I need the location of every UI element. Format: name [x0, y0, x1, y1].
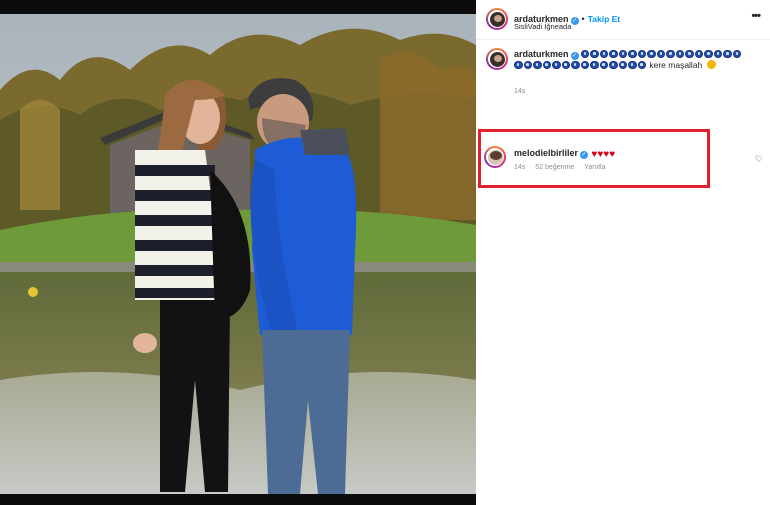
post-photo[interactable]: [0, 0, 476, 505]
caption-username[interactable]: ardaturkmen: [514, 49, 569, 59]
nazar-eye-icon: [542, 60, 551, 69]
nazar-eye-icon: [571, 60, 580, 69]
nazar-eye-icon: [561, 60, 570, 69]
nazar-eye-icon: [694, 49, 704, 58]
nazar-eye-icon: [599, 60, 608, 69]
author-avatar[interactable]: [486, 8, 508, 30]
nazar-eye-icon: [637, 49, 647, 58]
follow-button[interactable]: Takip Et: [588, 14, 620, 24]
nazar-eye-icon: [685, 49, 694, 58]
nazar-eye-icon: [628, 49, 637, 58]
verified-badge-icon: ✓: [570, 52, 579, 60]
post-location[interactable]: SisliVadi İğneada: [514, 22, 571, 31]
caption-author-avatar[interactable]: [486, 48, 508, 70]
highlight-box: [478, 129, 710, 188]
caption-body: kere maşallah: [647, 60, 705, 70]
nazar-eye-icon: [599, 49, 609, 58]
nazar-eye-icon: [628, 60, 637, 69]
nazar-eye-icon: [533, 60, 542, 69]
nazar-eye-icon: [609, 60, 618, 69]
caption-timestamp: 14s: [514, 88, 526, 95]
nazar-eye-icon: [675, 49, 685, 58]
nazar-eye-icon: [704, 49, 713, 58]
nazar-eye-icon: [647, 49, 656, 58]
nazar-eye-icon: [590, 49, 599, 58]
post-header: ardaturkmen ✓ • Takip Et SisliVadi İğneada …: [476, 0, 770, 40]
caption-text: ardaturkmen ✓ kere maşallah: [514, 49, 750, 71]
post-side-panel: ardaturkmen ✓ • Takip Et SisliVadi İğneada …: [476, 0, 770, 505]
nazar-eye-icon: [552, 60, 561, 69]
nazar-eye-icon: [580, 60, 589, 69]
nazar-eye-icon: [514, 60, 523, 69]
nazar-eye-icon: [656, 49, 666, 58]
more-options-icon[interactable]: •••: [751, 10, 761, 22]
nazar-eye-icon: [590, 60, 599, 69]
nazar-eye-icon: [723, 49, 732, 58]
nazar-eye-icon: [713, 49, 723, 58]
nazar-eye-icon: [618, 49, 628, 58]
couple-lake-photo: [0, 0, 476, 505]
nazar-eye-icon: [666, 49, 675, 58]
nazar-eye-icon: [618, 60, 627, 69]
smiling-face-icon: [706, 60, 716, 69]
nazar-eye-icon: [637, 60, 646, 69]
nazar-eye-icon: [732, 49, 742, 58]
verified-badge-icon: ✓: [570, 17, 579, 25]
nazar-eye-icon: [580, 49, 590, 58]
nazar-eye-icon: [609, 49, 618, 58]
nazar-eye-icon: [523, 60, 532, 69]
heart-like-icon[interactable]: ♡: [755, 154, 763, 165]
separator-dot: •: [581, 14, 585, 24]
